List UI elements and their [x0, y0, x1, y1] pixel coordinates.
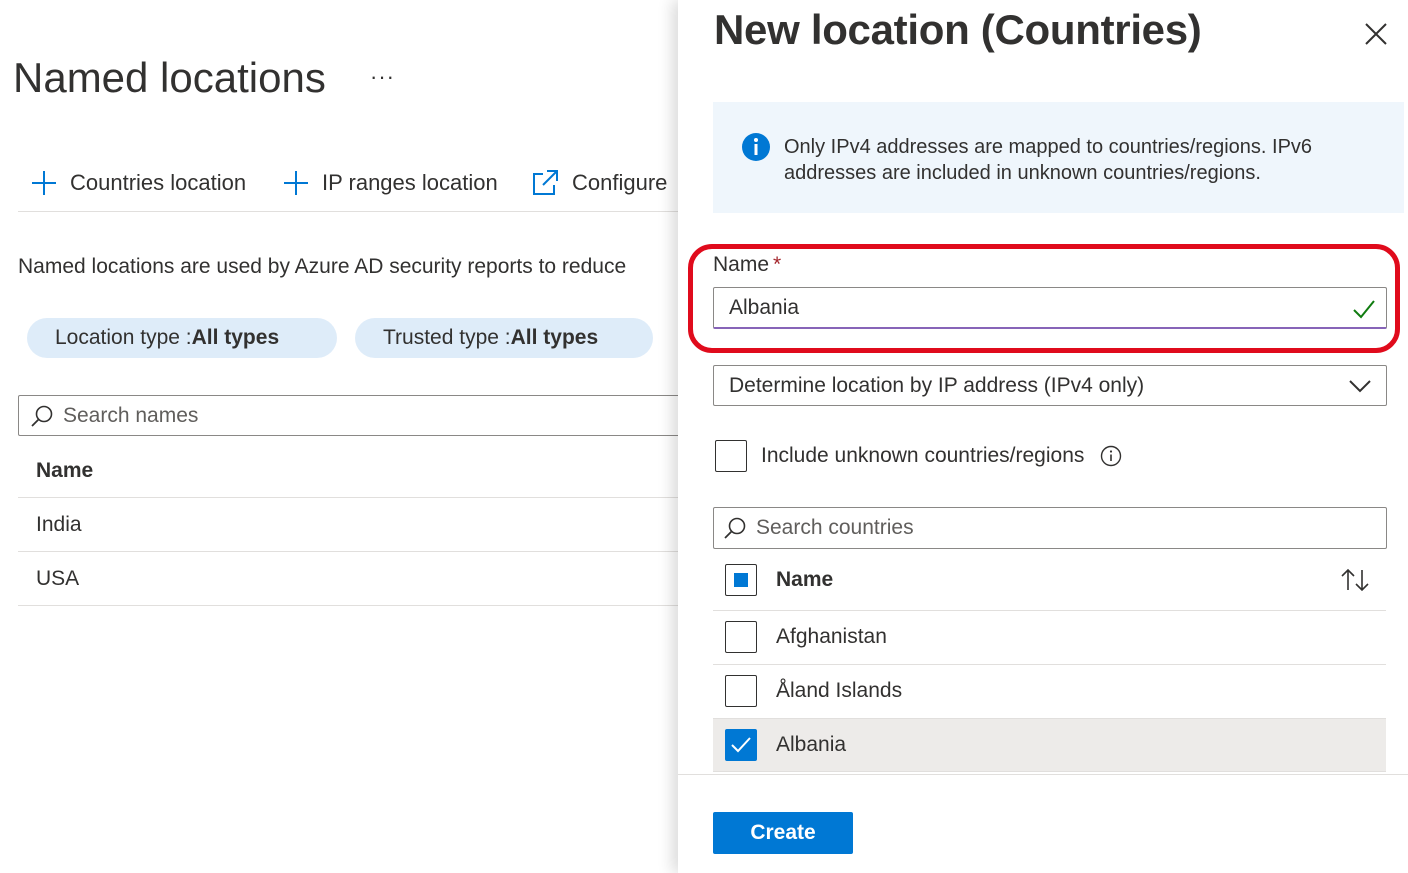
- country-row[interactable]: Afghanistan: [713, 611, 1386, 665]
- dropdown-selected-value: Determine location by IP address (IPv4 o…: [729, 373, 1145, 397]
- new-location-panel: New location (Countries) Only IPv4 addre…: [678, 0, 1408, 873]
- name-input[interactable]: [729, 295, 1329, 320]
- external-link-icon: [533, 170, 558, 195]
- filter-key: Trusted type :: [383, 326, 511, 349]
- info-message-text: Only IPv4 addresses are mapped to countr…: [784, 136, 1313, 184]
- column-header-name[interactable]: Name: [776, 568, 833, 592]
- configure-label: Configure: [572, 170, 668, 195]
- search-names-box: [18, 395, 680, 436]
- list-item[interactable]: India: [18, 498, 680, 552]
- select-all-checkbox[interactable]: [725, 564, 757, 596]
- ip-ranges-location-label: IP ranges location: [322, 170, 498, 195]
- determine-location-dropdown[interactable]: Determine location by IP address (IPv4 o…: [713, 365, 1387, 406]
- country-row[interactable]: Åland Islands: [713, 665, 1386, 719]
- footer-divider: [678, 774, 1408, 775]
- country-checkbox[interactable]: [725, 621, 757, 653]
- filter-value: All types: [510, 326, 599, 349]
- country-name: Åland Islands: [776, 679, 903, 702]
- close-icon[interactable]: [1362, 20, 1390, 48]
- checkmark-icon: [1353, 300, 1375, 319]
- plus-icon: [32, 171, 56, 195]
- include-unknown-option: Include unknown countries/regions: [715, 440, 1122, 472]
- countries-location-label: Countries location: [70, 170, 247, 195]
- command-bar: Countries location IP ranges location Co…: [18, 160, 680, 212]
- list-header-name[interactable]: Name: [18, 445, 680, 498]
- chevron-down-icon: [1349, 380, 1371, 393]
- country-name: Albania: [776, 733, 847, 756]
- name-label-text: Name: [713, 253, 770, 276]
- create-button[interactable]: Create: [713, 812, 853, 854]
- country-checkbox[interactable]: [725, 729, 757, 761]
- filter-key: Location type :: [55, 326, 192, 349]
- more-options-button[interactable]: ···: [370, 64, 395, 90]
- named-locations-page: Named locations ··· Countries location I…: [0, 0, 680, 873]
- add-countries-location-button[interactable]: Countries location: [30, 168, 246, 198]
- info-message-bar: Only IPv4 addresses are mapped to countr…: [713, 102, 1404, 213]
- configure-button[interactable]: Configure: [530, 168, 667, 198]
- name-field: [713, 287, 1387, 329]
- search-countries-box: [713, 507, 1387, 549]
- checkmark-icon: [731, 737, 751, 753]
- country-name: Afghanistan: [776, 625, 887, 648]
- country-row[interactable]: Albania: [713, 719, 1386, 772]
- list-item[interactable]: USA: [18, 552, 680, 606]
- filter-value: All types: [191, 326, 280, 349]
- country-checkbox[interactable]: [725, 675, 757, 707]
- add-ip-ranges-location-button[interactable]: IP ranges location: [282, 168, 498, 198]
- name-field-label: Name *: [713, 253, 781, 277]
- info-icon: [742, 133, 770, 161]
- info-circle-icon[interactable]: [1100, 445, 1122, 467]
- search-icon: [724, 517, 746, 539]
- required-asterisk: *: [773, 253, 782, 276]
- plus-icon: [284, 171, 308, 195]
- include-unknown-label: Include unknown countries/regions: [761, 444, 1085, 467]
- countries-grid-header: Name: [713, 556, 1386, 611]
- page-description: Named locations are used by Azure AD sec…: [18, 255, 627, 278]
- panel-title: New location (Countries): [714, 6, 1202, 53]
- page-title: Named locations: [13, 54, 326, 101]
- sort-icon[interactable]: [1340, 568, 1370, 592]
- trusted-type-filter[interactable]: Trusted type : All types: [355, 318, 653, 358]
- search-countries-input[interactable]: [756, 516, 1354, 540]
- location-type-filter[interactable]: Location type : All types: [27, 318, 337, 358]
- include-unknown-checkbox[interactable]: [715, 440, 747, 472]
- search-names-input[interactable]: [63, 403, 665, 428]
- search-icon: [31, 405, 53, 427]
